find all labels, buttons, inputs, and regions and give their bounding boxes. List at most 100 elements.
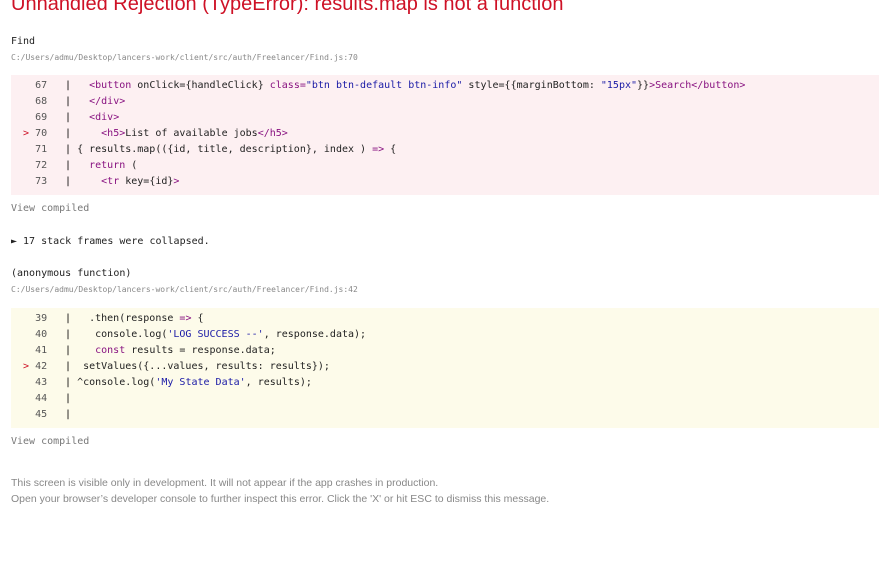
code-token: <tr bbox=[101, 176, 126, 187]
code-line: 43 | ^console.log('My State Data', resul… bbox=[11, 375, 879, 391]
line-number: 39 bbox=[11, 311, 59, 327]
code-line: > 42 | setValues({...values, results: re… bbox=[11, 359, 879, 375]
line-number-value: 67 bbox=[35, 80, 48, 91]
code-token: "15px" bbox=[600, 80, 638, 91]
code-token: <h5> bbox=[101, 128, 126, 139]
code-token: => bbox=[372, 144, 385, 155]
error-line-marker bbox=[23, 345, 35, 356]
line-separator: | bbox=[59, 377, 78, 388]
code-token: onClick={handleClick} bbox=[137, 80, 270, 91]
line-separator: | bbox=[59, 144, 78, 155]
code-token: console.log( bbox=[77, 329, 168, 340]
dev-notice-line-2: Open your browser’s developer console to… bbox=[11, 493, 550, 505]
code-token: </button> bbox=[691, 80, 746, 91]
error-line-marker bbox=[23, 329, 35, 340]
code-token: { bbox=[191, 313, 204, 324]
code-token: ^console.log( bbox=[77, 377, 156, 388]
line-number-value: 39 bbox=[35, 313, 48, 324]
code-token: { bbox=[384, 144, 397, 155]
code-line: 44 | bbox=[11, 391, 879, 407]
line-separator: | bbox=[59, 329, 78, 340]
error-line-marker bbox=[23, 377, 35, 388]
line-separator: | bbox=[59, 160, 78, 171]
line-number: 68 bbox=[11, 94, 59, 110]
line-number-value: 41 bbox=[35, 345, 48, 356]
code-line: 45 | bbox=[11, 407, 879, 423]
error-line-marker bbox=[23, 112, 35, 123]
line-number-value: 73 bbox=[35, 176, 48, 187]
collapsed-frames-toggle[interactable]: ► 17 stack frames were collapsed. bbox=[11, 236, 210, 247]
code-token: key={id} bbox=[125, 176, 174, 187]
line-number: 72 bbox=[11, 158, 59, 174]
view-compiled-link[interactable]: View compiled bbox=[11, 203, 89, 214]
code-line: 73 | <tr key={id}> bbox=[11, 174, 879, 190]
code-line: 40 | console.log('LOG SUCCESS --', respo… bbox=[11, 327, 879, 343]
code-token: > bbox=[173, 176, 180, 187]
line-separator: | bbox=[59, 96, 78, 107]
stack-frame-file-path[interactable]: C:/Users/admu/Desktop/lancers-work/clien… bbox=[11, 285, 358, 294]
line-separator: | bbox=[59, 361, 78, 372]
code-line: 68 | </div> bbox=[11, 94, 879, 110]
line-number: 69 bbox=[11, 110, 59, 126]
error-line-marker bbox=[23, 96, 35, 107]
code-token: 'LOG SUCCESS --' bbox=[167, 329, 264, 340]
error-line-marker bbox=[23, 313, 35, 324]
line-number: 41 bbox=[11, 343, 59, 359]
line-separator: | bbox=[59, 393, 78, 404]
line-separator: | bbox=[59, 128, 78, 139]
error-line-marker bbox=[23, 160, 35, 171]
stack-frame-file-path[interactable]: C:/Users/admu/Desktop/lancers-work/clien… bbox=[11, 53, 358, 62]
view-compiled-link[interactable]: View compiled bbox=[11, 436, 89, 447]
line-number: 73 bbox=[11, 174, 59, 190]
code-line: 41 | const results = response.data; bbox=[11, 343, 879, 359]
code-line: > 70 | <h5>List of available jobs</h5> bbox=[11, 126, 879, 142]
error-line-marker: > bbox=[23, 361, 36, 372]
line-number-value: 45 bbox=[35, 409, 48, 420]
line-number-value: 71 bbox=[35, 144, 48, 155]
line-number-value: 42 bbox=[35, 361, 48, 372]
error-line-marker bbox=[23, 80, 35, 91]
line-number: 71 bbox=[11, 142, 59, 158]
line-number: > 42 bbox=[11, 359, 59, 375]
code-token: return bbox=[89, 160, 126, 171]
code-token: const bbox=[95, 345, 126, 356]
code-token: "btn btn-default btn-info" bbox=[305, 80, 463, 91]
code-line: 72 | return ( bbox=[11, 158, 879, 174]
error-line-marker bbox=[23, 176, 35, 187]
line-number: 45 bbox=[11, 407, 59, 423]
line-separator: | bbox=[59, 112, 78, 123]
line-number-value: 68 bbox=[35, 96, 48, 107]
code-token: </h5> bbox=[257, 128, 288, 139]
line-number-value: 43 bbox=[35, 377, 48, 388]
line-separator: | bbox=[59, 345, 78, 356]
code-token: ( bbox=[125, 160, 138, 171]
line-number: 43 bbox=[11, 375, 59, 391]
dev-notice-line-1: This screen is visible only in developme… bbox=[11, 477, 439, 489]
code-token: <button bbox=[89, 80, 138, 91]
code-token: 'My State Data' bbox=[155, 377, 246, 388]
code-snippet-frame2: 39 | .then(response => { 40 | console.lo… bbox=[11, 308, 879, 428]
code-token: , response.data); bbox=[263, 329, 367, 340]
code-line: 39 | .then(response => { bbox=[11, 311, 879, 327]
code-token: </div> bbox=[89, 96, 126, 107]
code-token: Search bbox=[655, 80, 692, 91]
code-token: , results); bbox=[245, 377, 312, 388]
code-token: style={{marginBottom: bbox=[462, 80, 601, 91]
code-snippet-frame1: 67 | <button onClick={handleClick} class… bbox=[11, 75, 879, 195]
line-number-value: 44 bbox=[35, 393, 48, 404]
stack-frame-function-name: (anonymous function) bbox=[11, 268, 132, 279]
line-number: 44 bbox=[11, 391, 59, 407]
line-number: > 70 bbox=[11, 126, 59, 142]
code-token: setValues({...values, results: results})… bbox=[77, 361, 330, 372]
error-line-marker bbox=[23, 409, 35, 420]
code-token: }} bbox=[637, 80, 650, 91]
line-number-value: 70 bbox=[35, 128, 48, 139]
line-number: 67 bbox=[11, 78, 59, 94]
